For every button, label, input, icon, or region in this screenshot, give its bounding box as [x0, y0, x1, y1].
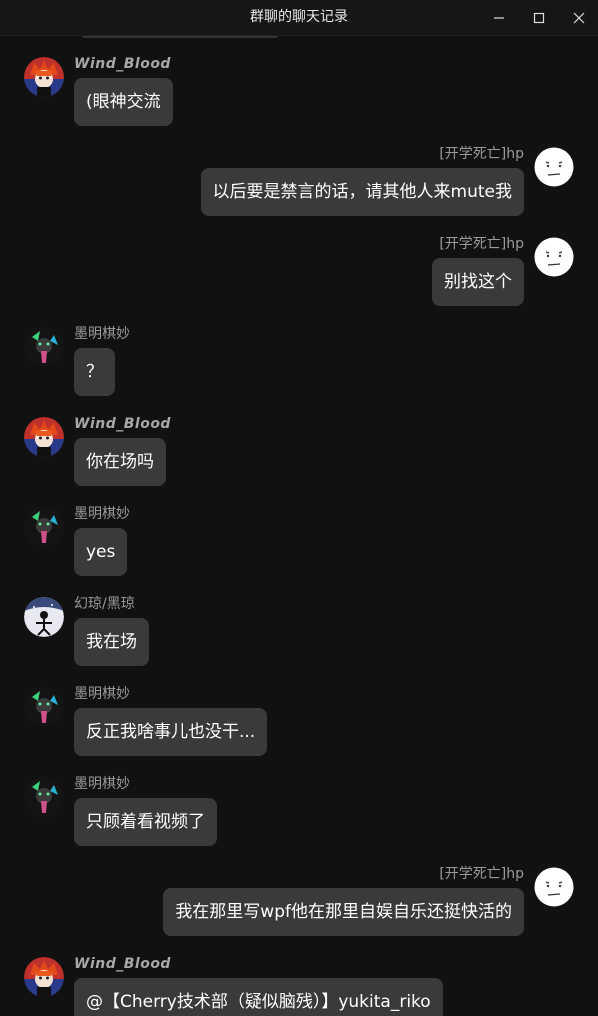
chat-history-window: 群聊的聊天记录 Wind_Blood (眼神交流 [开学死亡]hp 以后要是禁言…	[0, 0, 598, 1016]
message-bubble[interactable]: 你在场吗	[74, 438, 166, 486]
sender-name: 墨明棋妙	[74, 776, 130, 792]
avatar-wind-blood[interactable]	[24, 957, 64, 997]
minimize-icon	[494, 16, 504, 19]
message-bubble[interactable]: @【Cherry技术部（疑似脑残）】yukita_riko	[74, 978, 443, 1016]
avatar-wind-blood[interactable]	[24, 417, 64, 457]
minimize-button[interactable]	[479, 0, 519, 35]
avatar-smiley[interactable]	[534, 237, 574, 277]
sender-name: [开学死亡]hp	[439, 146, 524, 162]
avatar-moming[interactable]	[24, 327, 64, 367]
sender-name: Wind_Blood	[74, 956, 171, 972]
message-bubble[interactable]: 反正我啥事儿也没干...	[74, 708, 268, 756]
avatar-smiley[interactable]	[534, 867, 574, 907]
message-list[interactable]: Wind_Blood (眼神交流 [开学死亡]hp 以后要是禁言的话，请其他人来…	[0, 36, 598, 1016]
sender-name: 幻琼/黑琼	[74, 596, 135, 612]
avatar-huanqiong[interactable]	[24, 597, 64, 637]
message-bubble[interactable]: 别找这个	[432, 258, 524, 306]
sender-name: 墨明棋妙	[74, 506, 130, 522]
message-bubble[interactable]: yes	[74, 528, 128, 576]
avatar-wind-blood[interactable]	[24, 57, 64, 97]
sender-name: [开学死亡]hp	[439, 236, 524, 252]
avatar-moming[interactable]	[24, 507, 64, 547]
sender-name: 墨明棋妙	[74, 686, 130, 702]
avatar-smiley[interactable]	[534, 147, 574, 187]
sender-name: Wind_Blood	[74, 416, 171, 432]
sender-name: Wind_Blood	[74, 56, 171, 72]
avatar-moming[interactable]	[24, 777, 64, 817]
close-button[interactable]	[559, 0, 598, 35]
title-bar: 群聊的聊天记录	[0, 0, 598, 36]
message-bubble[interactable]: 以后要是禁言的话，请其他人来mute我	[200, 168, 524, 216]
close-icon	[573, 12, 585, 23]
sender-name: [开学死亡]hp	[439, 866, 524, 882]
message-bubble[interactable]: 我在场	[74, 618, 149, 666]
message-bubble[interactable]: (眼神交流	[74, 78, 173, 126]
sender-name: 墨明棋妙	[74, 326, 130, 342]
previous-message-edge	[82, 36, 278, 38]
maximize-button[interactable]	[519, 0, 559, 35]
message-bubble[interactable]: 只顾着看视频了	[74, 798, 217, 846]
maximize-icon	[533, 12, 545, 23]
avatar-moming[interactable]	[24, 687, 64, 727]
message-bubble[interactable]: ？	[74, 348, 115, 396]
message-bubble[interactable]: 我在那里写wpf他在那里自娱自乐还挺快活的	[163, 888, 524, 936]
